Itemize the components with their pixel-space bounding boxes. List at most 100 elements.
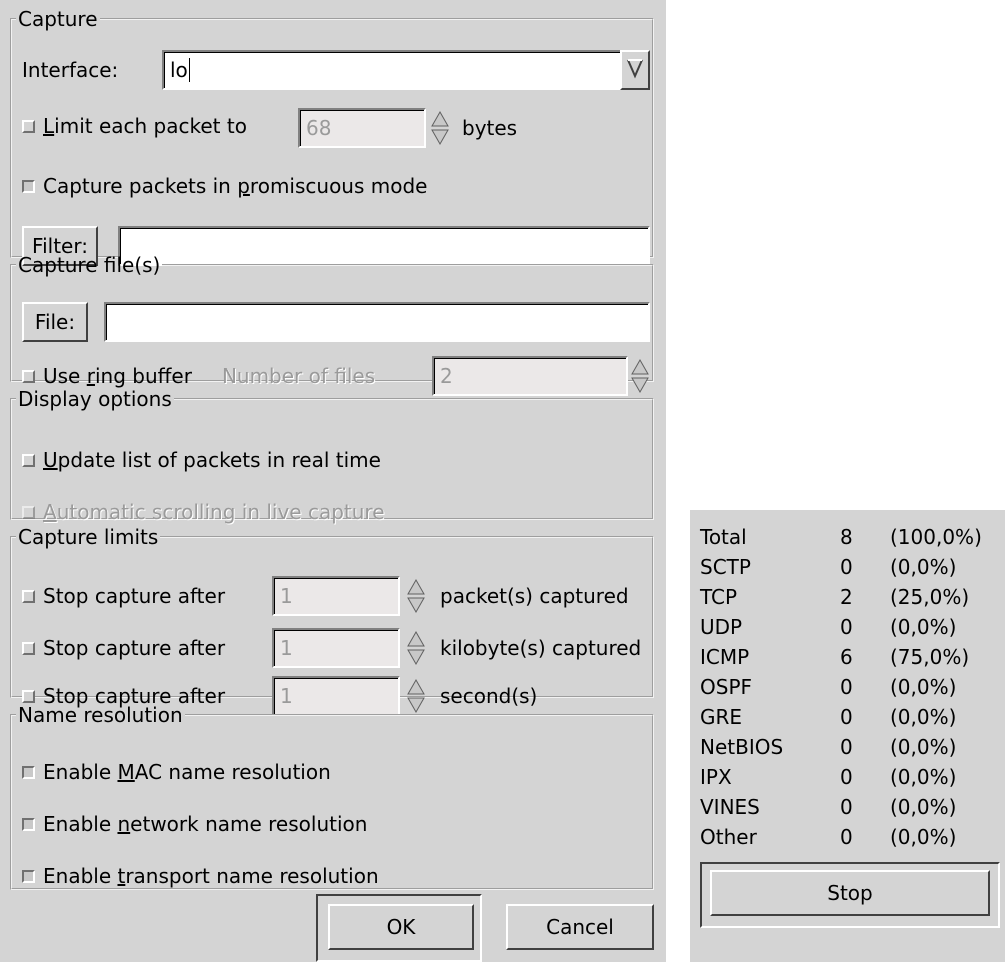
cancel-button[interactable]: Cancel [506, 904, 654, 950]
stop-after-packets-input[interactable]: 1 [272, 576, 400, 616]
stat-count: 0 [840, 825, 853, 849]
stop-after-kilobytes-checkbox[interactable] [22, 641, 35, 655]
mac-resolution-row: Enable MAC name resolution [22, 754, 331, 790]
stat-percent: (100,0%) [890, 525, 982, 549]
capture-files-group: Capture file(s) File: Use ring buffer Nu… [10, 254, 654, 396]
stat-row-ipx: IPX 0 (0,0%) [700, 762, 1000, 792]
interface-combo-input[interactable]: lo [162, 50, 622, 90]
transport-resolution-checkbox[interactable] [22, 869, 35, 883]
stat-percent: (0,0%) [890, 555, 957, 579]
stop-after-packets-label: Stop capture after [43, 584, 226, 608]
limit-packet-row: Limit each packet to [22, 108, 247, 144]
limit-packet-spinner[interactable] [430, 108, 450, 148]
stat-percent: (0,0%) [890, 735, 957, 759]
packets-unit-label: packet(s) captured [440, 584, 629, 608]
chevron-down-icon [627, 57, 643, 84]
stat-name: VINES [700, 795, 760, 819]
bytes-label: bytes [462, 116, 518, 140]
stop-after-kilobytes-label: Stop capture after [43, 636, 226, 660]
capture-limits-group: Capture limits Stop capture after 1 pack… [10, 525, 654, 716]
transport-resolution-row: Enable transport name resolution [22, 858, 379, 894]
packets-unit-row: packet(s) captured [440, 578, 629, 614]
number-of-files-label: Number of files [221, 364, 376, 388]
stat-percent: (0,0%) [890, 675, 957, 699]
stat-count: 0 [840, 675, 853, 699]
update-realtime-checkbox[interactable] [22, 453, 35, 467]
display-options-group: Display options Update list of packets i… [10, 388, 654, 524]
stat-name: TCP [700, 585, 738, 609]
stat-count: 0 [840, 765, 853, 789]
ok-button[interactable]: OK [328, 904, 474, 950]
stat-row-tcp: TCP 2 (25,0%) [700, 582, 1000, 612]
update-realtime-row: Update list of packets in real time [22, 442, 381, 478]
stat-name: NetBIOS [700, 735, 784, 759]
stop-after-kilobytes-input[interactable]: 1 [272, 628, 400, 668]
stop-after-kilobytes-spinner[interactable] [406, 628, 426, 668]
name-resolution-legend: Name resolution [18, 703, 183, 727]
kilobytes-unit-label: kilobyte(s) captured [440, 636, 642, 660]
limit-packets-row: Stop capture after [22, 578, 225, 614]
limit-packet-checkbox[interactable] [22, 119, 35, 133]
stop-after-seconds-checkbox[interactable] [22, 689, 35, 703]
stat-row-total: Total 8 (100,0%) [700, 522, 1000, 552]
file-button-label: File: [34, 310, 76, 334]
limit-kilobytes-row: Stop capture after [22, 630, 225, 666]
ring-buffer-label: Use ring buffer [43, 364, 192, 388]
autoscroll-checkbox[interactable] [22, 505, 35, 519]
stop-after-packets-spinner[interactable] [406, 576, 426, 616]
number-of-files-value: 2 [440, 364, 453, 388]
stat-count: 0 [840, 615, 853, 639]
stat-percent: (0,0%) [890, 615, 957, 639]
bytes-row: bytes [462, 110, 517, 146]
stop-after-packets-checkbox[interactable] [22, 589, 35, 603]
promiscuous-checkbox[interactable] [22, 179, 35, 193]
stat-name: SCTP [700, 555, 751, 579]
stat-name: OSPF [700, 675, 753, 699]
stat-row-udp: UDP 0 (0,0%) [700, 612, 1000, 642]
text-caret [188, 58, 190, 82]
stat-percent: (0,0%) [890, 825, 957, 849]
capture-limits-legend: Capture limits [18, 525, 159, 549]
stat-name: IPX [700, 765, 732, 789]
capture-group: Capture Interface: lo Limit each packet … [10, 7, 654, 266]
ring-buffer-checkbox[interactable] [22, 369, 35, 383]
stop-button[interactable]: Stop [710, 870, 990, 916]
stat-row-other: Other 0 (0,0%) [700, 822, 1000, 852]
stat-count: 8 [840, 525, 853, 549]
update-realtime-label: Update list of packets in real time [43, 448, 381, 472]
promiscuous-label: Capture packets in promiscuous mode [43, 174, 428, 198]
cancel-button-label: Cancel [546, 915, 614, 939]
stat-count: 0 [840, 735, 853, 759]
stat-name: GRE [700, 705, 743, 729]
network-resolution-checkbox[interactable] [22, 817, 35, 831]
stop-after-packets-value: 1 [280, 584, 293, 608]
limit-packet-input[interactable]: 68 [298, 108, 426, 148]
stat-percent: (0,0%) [890, 795, 957, 819]
stat-percent: (0,0%) [890, 765, 957, 789]
stat-count: 6 [840, 645, 853, 669]
stat-name: Other [700, 825, 757, 849]
interface-label: Interface: [22, 58, 119, 82]
kilobytes-unit-row: kilobyte(s) captured [440, 630, 641, 666]
limit-packet-label: Limit each packet to [43, 114, 247, 138]
stat-count: 0 [840, 795, 853, 819]
capture-group-legend: Capture [18, 7, 98, 31]
stat-row-netbios: NetBIOS 0 (0,0%) [700, 732, 1000, 762]
mac-resolution-checkbox[interactable] [22, 765, 35, 779]
mac-resolution-label: Enable MAC name resolution [43, 760, 331, 784]
interface-value: lo [170, 58, 188, 82]
network-resolution-row: Enable network name resolution [22, 806, 367, 842]
stat-count: 2 [840, 585, 853, 609]
stop-after-kilobytes-value: 1 [280, 636, 293, 660]
stat-row-sctp: SCTP 0 (0,0%) [700, 552, 1000, 582]
limit-packet-value: 68 [306, 116, 332, 140]
file-input[interactable] [104, 302, 650, 342]
stat-row-gre: GRE 0 (0,0%) [700, 702, 1000, 732]
file-button[interactable]: File: [22, 302, 88, 342]
stat-name: UDP [700, 615, 743, 639]
stat-row-vines: VINES 0 (0,0%) [700, 792, 1000, 822]
name-resolution-group: Name resolution Enable MAC name resoluti… [10, 704, 654, 890]
stat-count: 0 [840, 705, 853, 729]
interface-dropdown-button[interactable] [620, 50, 650, 90]
stat-row-icmp: ICMP 6 (75,0%) [700, 642, 1000, 672]
